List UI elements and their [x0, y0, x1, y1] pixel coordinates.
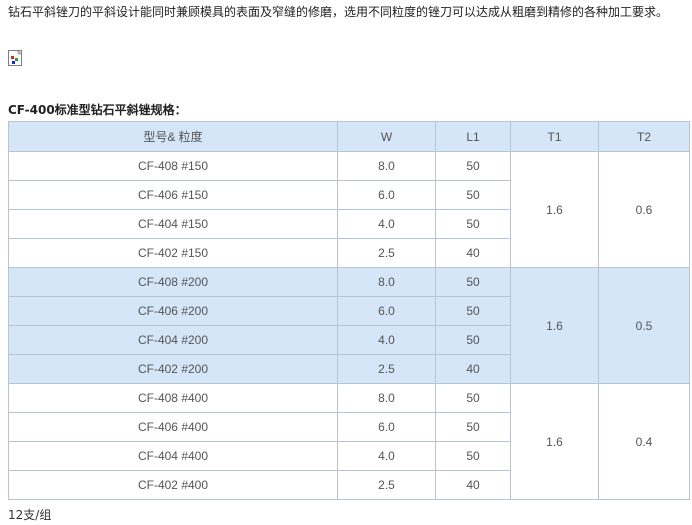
cell-w: 6.0	[337, 412, 436, 442]
header-t2: T2	[598, 121, 690, 152]
cell-l1: 50	[435, 151, 511, 181]
cell-model: CF-404 #400	[8, 441, 338, 471]
cell-t1: 1.6	[510, 267, 599, 384]
cell-model: CF-408 #400	[8, 383, 338, 413]
cell-l1: 50	[435, 180, 511, 210]
cell-w: 4.0	[337, 325, 436, 355]
table-row: CF-408 #200 8.0 50 1.6 0.5	[8, 267, 690, 384]
cell-l1: 40	[435, 354, 511, 384]
cell-l1: 50	[435, 209, 511, 239]
cell-w: 8.0	[337, 383, 436, 413]
header-w: W	[337, 121, 436, 152]
cell-model: CF-408 #150	[8, 151, 338, 181]
cell-w: 6.0	[337, 296, 436, 326]
footer-note: 12支/组	[8, 508, 52, 522]
spec-title: CF-400标准型钻石平斜锉规格：	[8, 103, 187, 117]
cell-w: 4.0	[337, 441, 436, 471]
cell-w: 8.0	[337, 151, 436, 181]
table-body: CF-408 #150 8.0 50 1.6 0.6 CF-406 #150 6.0 50 CF…	[8, 151, 690, 500]
cell-model: CF-406 #200	[8, 296, 338, 326]
cell-w: 4.0	[337, 209, 436, 239]
header-t1: T1	[510, 121, 599, 152]
table-header-row: 型号& 粒度 W L1 T1 T2	[8, 121, 690, 152]
cell-model: CF-406 #400	[8, 412, 338, 442]
cell-w: 6.0	[337, 180, 436, 210]
cell-l1: 50	[435, 325, 511, 355]
cell-l1: 50	[435, 267, 511, 297]
cell-l1: 50	[435, 412, 511, 442]
cell-l1: 50	[435, 296, 511, 326]
intro-text: 钻石平斜锉刀的平斜设计能同时兼顾模具的表面及窄缝的修磨，选用不同粒度的锉刀可以达…	[8, 5, 669, 19]
broken-image-icon	[8, 49, 24, 66]
spec-table: 型号& 粒度 W L1 T1 T2 CF-408 #150 8.0 50 1.6 0.6…	[8, 121, 690, 500]
cell-model: CF-402 #200	[8, 354, 338, 384]
cell-l1: 40	[435, 470, 511, 500]
table-row: CF-408 #400 8.0 50 1.6 0.4	[8, 383, 690, 500]
cell-l1: 40	[435, 238, 511, 268]
table-row: CF-408 #150 8.0 50 1.6 0.6	[8, 151, 690, 268]
header-model: 型号& 粒度	[8, 121, 338, 152]
cell-l1: 50	[435, 441, 511, 471]
cell-t2: 0.4	[598, 383, 690, 500]
cell-t1: 1.6	[510, 383, 599, 500]
header-l1: L1	[435, 121, 511, 152]
cell-t2: 0.5	[598, 267, 690, 384]
cell-model: CF-402 #150	[8, 238, 338, 268]
cell-model: CF-402 #400	[8, 470, 338, 500]
cell-t2: 0.6	[598, 151, 690, 268]
cell-w: 2.5	[337, 470, 436, 500]
cell-t1: 1.6	[510, 151, 599, 268]
cell-w: 8.0	[337, 267, 436, 297]
cell-model: CF-408 #200	[8, 267, 338, 297]
cell-w: 2.5	[337, 354, 436, 384]
cell-model: CF-404 #200	[8, 325, 338, 355]
cell-w: 2.5	[337, 238, 436, 268]
cell-model: CF-406 #150	[8, 180, 338, 210]
cell-l1: 50	[435, 383, 511, 413]
cell-model: CF-404 #150	[8, 209, 338, 239]
